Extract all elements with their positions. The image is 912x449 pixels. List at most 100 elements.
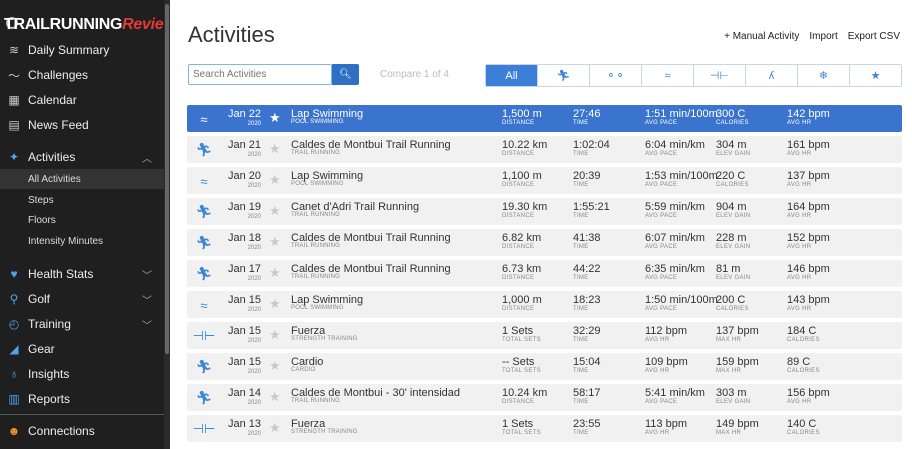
activity-name[interactable]: Caldes de Montbui - 30' intensidad TRAIL … — [291, 387, 460, 404]
activity-name[interactable]: Fuerza STRENGTH TRAINING — [291, 418, 358, 435]
activity-name[interactable]: Canet d'Adri Trail Running TRAIL RUNNING — [291, 201, 419, 218]
activity-metric: 146 bpm AVG HR — [787, 263, 830, 281]
activity-name[interactable]: Lap Swimming POOL SWIMMING — [291, 108, 363, 125]
activity-metric: 1:55:21 TIME — [573, 201, 610, 219]
activity-date: Jan 22 2020 — [227, 108, 261, 127]
sidebar-item-daily-summary[interactable]: ≋ Daily Summary — [0, 39, 164, 61]
running-icon: 🏃︎ — [195, 266, 213, 281]
activity-row[interactable]: ≈ Jan 22 2020 ★ Lap Swimming POOL SWIMMING 1,5… — [187, 105, 902, 132]
activity-metric: 1:02:04 TIME — [573, 139, 610, 157]
activity-metric: 15:04 TIME — [573, 356, 601, 374]
activity-metric: 137 bpm MAX HR — [716, 325, 759, 343]
import-link[interactable]: Import — [809, 31, 837, 42]
favorite-star-icon[interactable]: ★ — [269, 265, 281, 281]
activity-type-filter: All 🏃︎ ⚬⚬ ≈ ⊣⊢ ʎ ❄ ★ — [485, 64, 902, 87]
sidebar-item-activities[interactable]: ✦ Activities ︿ — [0, 146, 164, 168]
activity-row[interactable]: 🏃︎ Jan 19 2020 ★ Canet d'Adri Trail Running T… — [187, 198, 902, 225]
chevron-up-icon[interactable]: ︿ — [142, 150, 152, 165]
activity-row[interactable]: 🏃︎ Jan 15 2020 ★ Cardio CARDIO -- Sets TOTAL SE… — [187, 353, 902, 380]
sidebar-item-label: Challenges — [28, 68, 89, 82]
filter-all[interactable]: All — [486, 65, 537, 86]
sidebar-item-calendar[interactable]: ▦ Calendar — [0, 89, 164, 111]
sidebar-divider — [0, 414, 164, 415]
compare-label[interactable]: Compare 1 of 4 — [380, 69, 449, 80]
running-filter-icon[interactable]: 🏃︎ — [537, 65, 589, 86]
winter-filter-icon[interactable]: ❄ — [797, 65, 849, 86]
sidebar-item-golf[interactable]: ⚲ Golf ﹀ — [0, 288, 164, 310]
dumbbell-icon: ⊣⊢ — [192, 328, 216, 343]
activity-row[interactable]: ⊣⊢ Jan 15 2020 ★ Fuerza STRENGTH TRAINING 1 Se… — [187, 322, 902, 349]
activity-row[interactable]: ≈ Jan 15 2020 ★ Lap Swimming POOL SWIMMING 1,0… — [187, 291, 902, 318]
sidebar-item-training[interactable]: ◴ Training ﹀ — [0, 313, 164, 335]
activity-metric: 1 Sets TOTAL SETS — [502, 325, 541, 343]
strength-filter-icon[interactable]: ⊣⊢ — [693, 65, 745, 86]
activity-metric: 6:07 min/km AVG PACE — [645, 232, 705, 250]
activity-row[interactable]: 🏃︎ Jan 17 2020 ★ Caldes de Montbui Trail Run… — [187, 260, 902, 287]
chevron-down-icon[interactable]: ﹀ — [142, 292, 152, 307]
favorite-star-icon[interactable]: ★ — [269, 389, 281, 405]
running-icon: 🏃︎ — [195, 235, 213, 250]
favorite-star-icon[interactable]: ★ — [269, 110, 281, 126]
sidebar-item-news-feed[interactable]: ▤ News Feed — [0, 114, 164, 136]
chevron-down-icon[interactable]: ﹀ — [142, 317, 152, 332]
activity-row[interactable]: 🏃︎ Jan 18 2020 ★ Caldes de Montbui Trail Run… — [187, 229, 902, 256]
dumbbell-icon: ⊣⊢ — [192, 421, 216, 436]
favorite-star-icon[interactable]: ★ — [269, 420, 281, 436]
swimming-filter-icon[interactable]: ≈ — [641, 65, 693, 86]
activity-metric: 149 bpm MAX HR — [716, 418, 759, 436]
favorite-star-icon[interactable]: ★ — [269, 203, 281, 219]
activity-name[interactable]: Cardio CARDIO — [291, 356, 323, 373]
sub-item-floors[interactable]: Floors — [0, 210, 164, 230]
activity-metric: 143 bpm AVG HR — [787, 294, 830, 312]
sidebar-item-gear[interactable]: ◢ Gear — [0, 338, 164, 360]
sidebar-item-challenges[interactable]: 〜 Challenges — [0, 64, 164, 86]
sub-item-all-activities[interactable]: All Activities — [0, 169, 164, 189]
favorite-star-icon[interactable]: ★ — [269, 141, 281, 157]
sidebar-item-label: Activities — [28, 150, 76, 164]
activity-name[interactable]: Caldes de Montbui Trail Running TRAIL RUN… — [291, 232, 451, 249]
favorites-filter-icon[interactable]: ★ — [849, 65, 901, 86]
scrollbar-thumb[interactable] — [165, 4, 169, 354]
activity-name[interactable]: Caldes de Montbui Trail Running TRAIL RUN… — [291, 263, 451, 280]
activity-metric: 142 bpm AVG HR — [787, 108, 830, 126]
chevron-down-icon[interactable]: ﹀ — [142, 267, 152, 282]
activity-metric: 904 m ELEV GAIN — [716, 201, 751, 219]
search-icon: 🔍︎ — [339, 69, 352, 80]
favorite-star-icon[interactable]: ★ — [269, 172, 281, 188]
sub-item-steps[interactable]: Steps — [0, 190, 164, 210]
cycling-filter-icon[interactable]: ⚬⚬ — [589, 65, 641, 86]
activity-row[interactable]: ≈ Jan 20 2020 ★ Lap Swimming POOL SWIMMING 1,1… — [187, 167, 902, 194]
activity-row[interactable]: 🏃︎ Jan 21 2020 ★ Caldes de Montbui Trail Run… — [187, 136, 902, 163]
activity-name[interactable]: Lap Swimming POOL SWIMMING — [291, 294, 363, 311]
activity-date: Jan 17 2020 — [227, 263, 261, 282]
bar-chart-icon: ▥ — [8, 392, 20, 406]
activity-name[interactable]: Fuerza STRENGTH TRAINING — [291, 325, 358, 342]
sidebar-item-insights[interactable]: ♁ Insights — [0, 363, 164, 385]
activity-row[interactable]: ⊣⊢ Jan 13 2020 ★ Fuerza STRENGTH TRAINING 1 Se… — [187, 415, 902, 442]
favorite-star-icon[interactable]: ★ — [269, 296, 281, 312]
activity-metric: 159 bpm MAX HR — [716, 356, 759, 374]
favorite-star-icon[interactable]: ★ — [269, 234, 281, 250]
walking-filter-icon[interactable]: ʎ — [745, 65, 797, 86]
heart-icon: ♥ — [10, 267, 18, 281]
sub-item-intensity-minutes[interactable]: Intensity Minutes — [0, 231, 164, 251]
activity-name[interactable]: Caldes de Montbui Trail Running TRAIL RUN… — [291, 139, 451, 156]
search-input[interactable] — [188, 64, 332, 85]
activity-date: Jan 14 2020 — [227, 387, 261, 406]
export-csv-link[interactable]: Export CSV — [848, 31, 900, 42]
activity-metric: 5:59 min/km AVG PACE — [645, 201, 705, 219]
sidebar-item-connections[interactable]: ☻ Connections — [0, 420, 164, 442]
sidebar-item-label: Training — [28, 317, 71, 331]
activity-metric: 152 bpm AVG HR — [787, 232, 830, 250]
manual-activity-link[interactable]: + Manual Activity — [724, 31, 799, 42]
search-button[interactable]: 🔍︎ — [332, 64, 359, 85]
sidebar-item-reports[interactable]: ▥ Reports — [0, 388, 164, 410]
watermark-logo: TRAILRUNNINGReview — [4, 16, 170, 33]
activity-row[interactable]: 🏃︎ Jan 14 2020 ★ Caldes de Montbui - 30' int… — [187, 384, 902, 411]
activity-name[interactable]: Lap Swimming POOL SWIMMING — [291, 170, 363, 187]
sidebar-item-health-stats[interactable]: ♥ Health Stats ﹀ — [0, 263, 164, 285]
favorite-star-icon[interactable]: ★ — [269, 327, 281, 343]
favorite-star-icon[interactable]: ★ — [269, 358, 281, 374]
activity-metric: 20:39 TIME — [573, 170, 601, 188]
activity-metric: 6.82 km DISTANCE — [502, 232, 542, 250]
